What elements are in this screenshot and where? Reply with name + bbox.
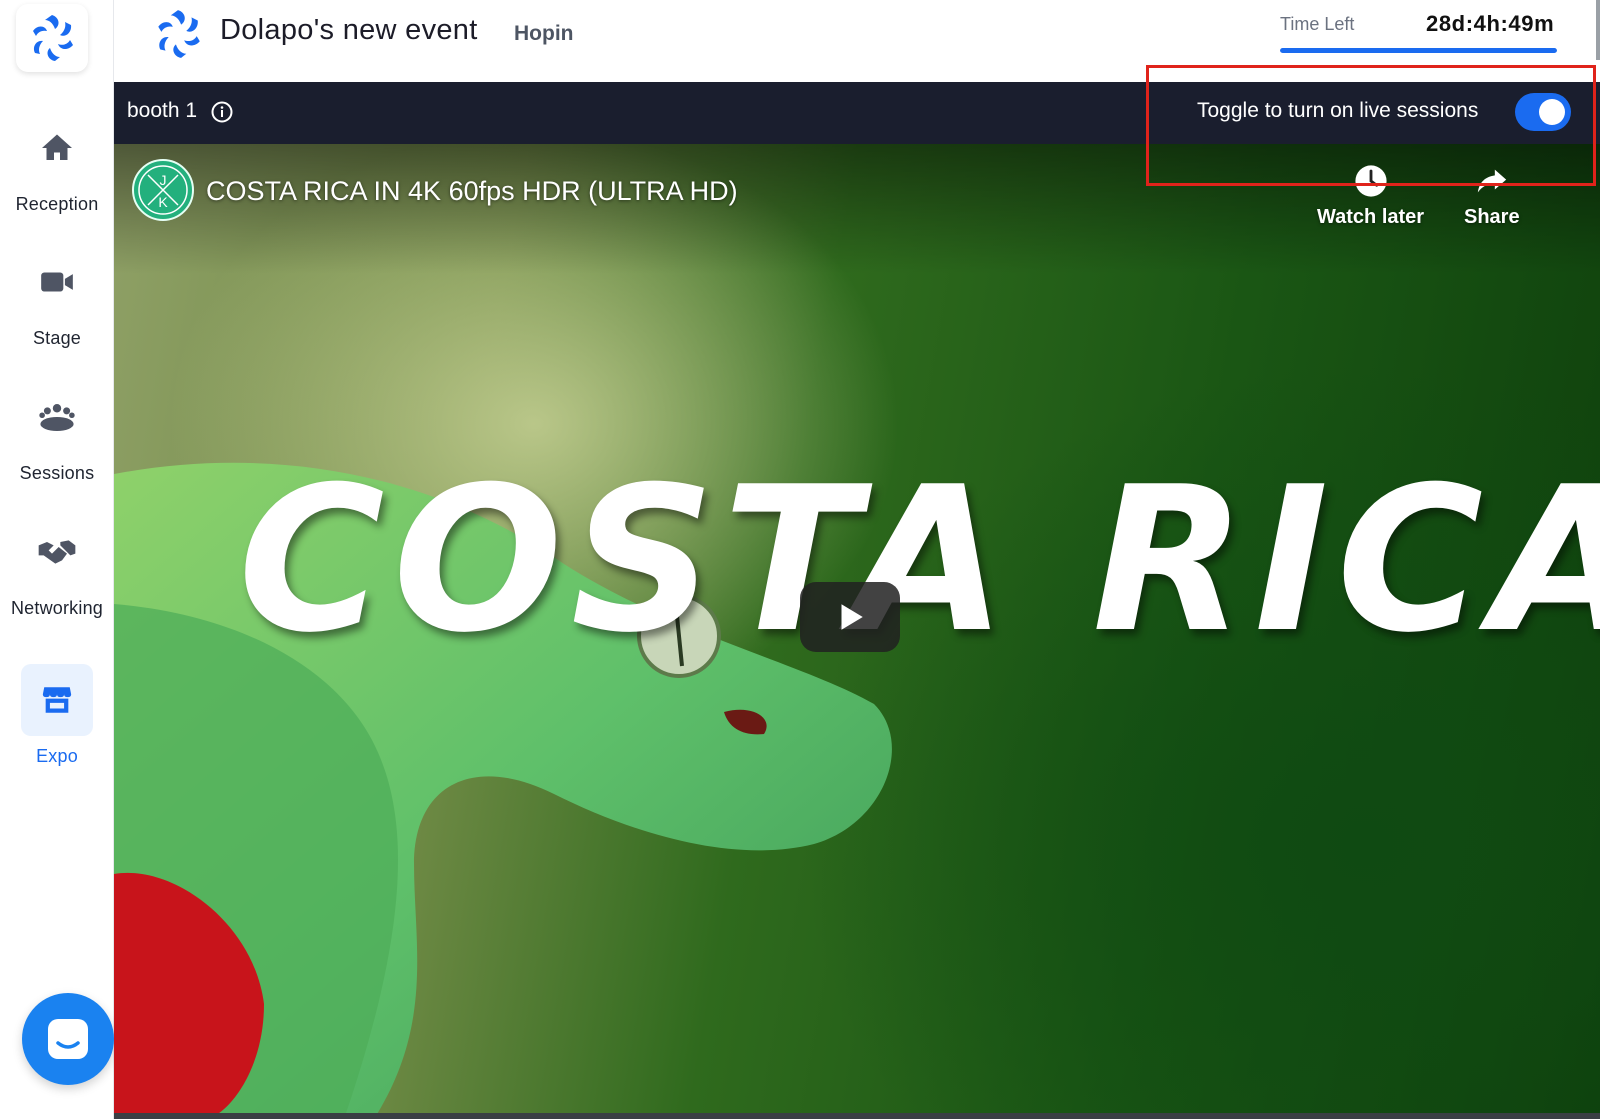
live-sessions-toggle-label: Toggle to turn on live sessions [1197, 99, 1479, 122]
sidebar-item-label: Networking [10, 598, 104, 618]
time-left-progress-fill [1280, 48, 1557, 53]
hopin-logo[interactable] [16, 4, 88, 72]
channel-logo-icon: J K [138, 165, 188, 215]
sidebar-item-label: Stage [32, 328, 82, 348]
app-window: Reception Stage Sessions Networking Expo… [0, 0, 1600, 1119]
sidebar-item-networking[interactable]: Networking [0, 516, 114, 636]
sidebar: Reception Stage Sessions Networking Expo [0, 0, 114, 1119]
organizer-name[interactable]: Hopin [514, 22, 573, 46]
time-left-value: 28d:4h:49m [1426, 11, 1555, 36]
toggle-knob [1539, 99, 1565, 125]
booth-name: booth 1 [127, 99, 198, 122]
video-title[interactable]: COSTA RICA IN 4K 60fps HDR (ULTRA HD) [206, 176, 738, 207]
time-left-progress [1280, 48, 1557, 53]
clock-icon [1354, 165, 1387, 197]
sidebar-item-label: Sessions [19, 463, 95, 483]
channel-avatar[interactable]: J K [132, 159, 194, 221]
watch-later-label: Watch later [1317, 206, 1425, 228]
share-button[interactable]: Share [1464, 164, 1520, 229]
booth-bar: booth 1 Toggle to turn on live sessions [114, 82, 1600, 144]
share-label: Share [1464, 206, 1520, 228]
hopin-logo-icon [33, 15, 73, 61]
home-icon [21, 112, 93, 184]
sidebar-item-expo[interactable]: Expo [0, 664, 114, 784]
event-logo-icon [158, 10, 200, 58]
live-sessions-toggle[interactable] [1515, 93, 1571, 131]
play-icon [841, 604, 863, 630]
watch-later-button[interactable]: Watch later [1317, 164, 1424, 229]
video-player[interactable]: J K COSTA RICA IN 4K 60fps HDR (ULTRA HD… [114, 144, 1600, 1119]
event-header: Dolapo's new event Hopin Time Left 28d:4… [114, 0, 1600, 82]
sidebar-item-stage[interactable]: Stage [0, 246, 114, 366]
time-left-label: Time Left [1280, 14, 1355, 34]
sidebar-item-label: Expo [36, 746, 78, 766]
sidebar-item-reception[interactable]: Reception [0, 112, 114, 232]
sidebar-item-sessions[interactable]: Sessions [0, 381, 114, 501]
scrollbar[interactable] [1596, 0, 1600, 60]
window-bottom-edge [114, 1113, 1600, 1119]
booth-icon [21, 664, 93, 736]
group-icon [21, 381, 93, 453]
share-arrow-icon [1477, 169, 1506, 193]
info-icon[interactable] [210, 100, 234, 124]
event-title: Dolapo's new event [220, 14, 478, 46]
chat-launcher-button[interactable] [22, 993, 114, 1085]
channel-initial-j: J [160, 172, 167, 188]
sidebar-item-label: Reception [15, 194, 99, 214]
play-button[interactable] [800, 582, 900, 652]
chat-icon [48, 1019, 88, 1059]
handshake-icon [21, 516, 93, 588]
video-camera-icon [21, 246, 93, 318]
channel-initial-k: K [158, 194, 168, 210]
